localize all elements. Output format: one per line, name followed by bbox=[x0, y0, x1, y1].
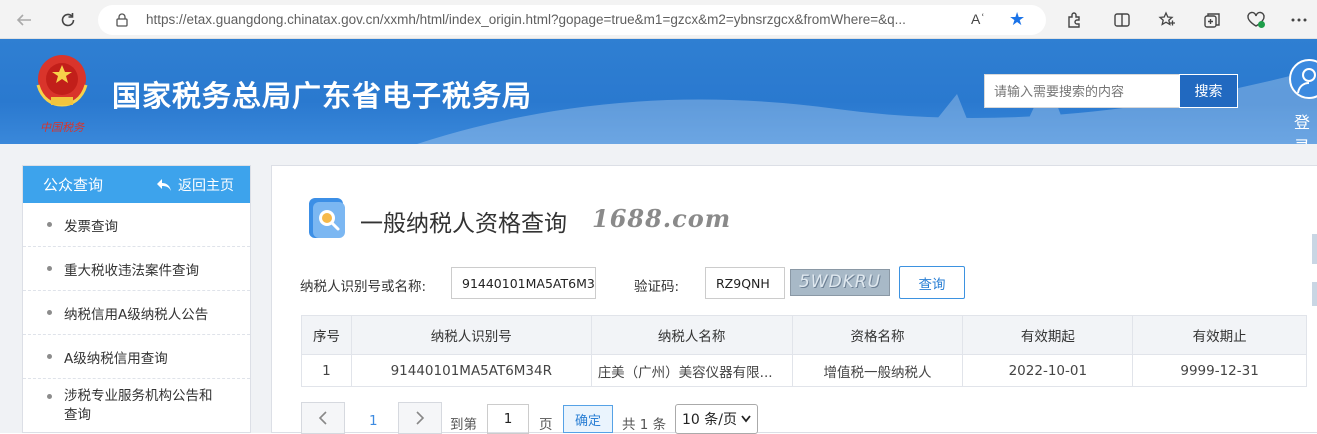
captcha-input[interactable]: RZ9QNH bbox=[705, 267, 785, 299]
sidebar-item-tax-violation-cases[interactable]: 重大税收违法案件查询 bbox=[23, 247, 250, 291]
cell-valid-to: 9999-12-31 bbox=[1132, 354, 1307, 387]
bullet-dot bbox=[47, 222, 52, 227]
back-arrow-icon[interactable] bbox=[10, 6, 38, 34]
page-body: 公众查询 返回主页 发票查询 重大税收违法案件查询 纳税信用A级纳税人公告 A级… bbox=[0, 144, 1317, 434]
chevron-right-icon bbox=[416, 411, 425, 425]
back-home-label: 返回主页 bbox=[178, 177, 234, 194]
col-header-taxpayer-name: 纳税人名称 bbox=[590, 315, 793, 355]
main-panel: 一般纳税人资格查询 1688.com 纳税人识别号或名称: 91440101MA… bbox=[271, 165, 1317, 434]
favorite-star-icon[interactable]: ★ bbox=[1009, 9, 1025, 30]
goto-confirm-button[interactable]: 确定 bbox=[563, 405, 613, 433]
bullet-dot bbox=[47, 266, 52, 271]
page-size-select[interactable]: 10 条/页 bbox=[675, 404, 758, 434]
address-bar[interactable]: https://etax.guangdong.chinatax.gov.cn/x… bbox=[98, 5, 1046, 35]
login-link[interactable]: 登录 bbox=[1294, 109, 1317, 144]
tax-emblem-logo: 中国税务 bbox=[36, 55, 88, 134]
bullet-dot bbox=[47, 354, 52, 359]
sidebar-item-label: 纳税信用A级纳税人公告 bbox=[64, 306, 209, 323]
goto-page-input[interactable]: 1 bbox=[487, 404, 529, 434]
refresh-icon[interactable] bbox=[54, 6, 82, 34]
cell-index: 1 bbox=[301, 354, 352, 387]
table-row: 1 91440101MA5AT6M34R 庄美（广州）美容仪器有限... 增值税… bbox=[301, 354, 1307, 387]
bullet-dot bbox=[47, 394, 52, 399]
col-header-valid-to: 有效期止 bbox=[1132, 315, 1307, 355]
watermark-text: 1688.com bbox=[592, 204, 732, 233]
captcha-label: 验证码: bbox=[634, 279, 680, 295]
goto-label: 到第 bbox=[450, 417, 477, 433]
emblem-text: 中国税务 bbox=[40, 121, 85, 134]
page-size-value: 10 条/页 bbox=[682, 412, 737, 428]
read-aloud-icon[interactable]: Aʿ bbox=[971, 11, 985, 27]
sidebar-item-label: 发票查询 bbox=[64, 218, 118, 235]
page-title: 一般纳税人资格查询 bbox=[360, 211, 567, 237]
site-title: 国家税务总局广东省电子税务局 bbox=[112, 79, 533, 113]
chevron-down-icon bbox=[741, 415, 751, 423]
sidebar-item-a-credit-query[interactable]: A级纳税信用查询 bbox=[23, 335, 250, 379]
total-count: 共 1 条 bbox=[622, 417, 667, 433]
sidebar-item-tax-service-agencies[interactable]: 涉税专业服务机构公告和查询 bbox=[23, 379, 250, 425]
user-avatar-icon[interactable] bbox=[1289, 59, 1317, 99]
next-page-button[interactable] bbox=[398, 402, 442, 434]
sidebar-header: 公众查询 返回主页 bbox=[23, 166, 250, 203]
table-header-row: 序号 纳税人识别号 纳税人名称 资格名称 有效期起 有效期止 bbox=[301, 315, 1307, 355]
cell-taxpayer-name: 庄美（广州）美容仪器有限... bbox=[590, 354, 793, 387]
sidebar-item-label: 涉税专业服务机构公告和查询 bbox=[64, 388, 213, 423]
sidebar-item-label: A级纳税信用查询 bbox=[64, 350, 168, 367]
sidebar-title: 公众查询 bbox=[43, 176, 104, 194]
cell-qualification: 增值税一般纳税人 bbox=[791, 354, 964, 387]
site-header: 中国税务 国家税务总局广东省电子税务局 搜索 登录 bbox=[0, 39, 1317, 144]
sidebar: 公众查询 返回主页 发票查询 重大税收违法案件查询 纳税信用A级纳税人公告 A级… bbox=[22, 165, 251, 433]
sidebar-item-a-credit-announcement[interactable]: 纳税信用A级纳税人公告 bbox=[23, 291, 250, 335]
back-home-link[interactable]: 返回主页 bbox=[156, 175, 234, 195]
extensions-icon[interactable] bbox=[1060, 6, 1088, 34]
cell-valid-from: 2022-10-01 bbox=[962, 354, 1134, 387]
col-header-qualification: 资格名称 bbox=[791, 315, 964, 355]
browser-toolbar: https://etax.guangdong.chinatax.gov.cn/x… bbox=[0, 0, 1317, 39]
prev-page-button[interactable] bbox=[301, 402, 345, 434]
col-header-index: 序号 bbox=[301, 315, 352, 355]
captcha-image[interactable]: 5WDKRU bbox=[790, 269, 890, 296]
bullet-dot bbox=[47, 310, 52, 315]
search-document-icon bbox=[309, 198, 345, 238]
search-button[interactable]: 搜索 bbox=[1179, 74, 1238, 108]
collections-icon[interactable] bbox=[1198, 6, 1226, 34]
url-text[interactable]: https://etax.guangdong.chinatax.gov.cn/x… bbox=[146, 12, 956, 27]
lock-icon[interactable] bbox=[116, 13, 128, 27]
search-input[interactable] bbox=[984, 74, 1180, 108]
favorites-icon[interactable] bbox=[1153, 6, 1181, 34]
page-unit-label: 页 bbox=[539, 417, 553, 433]
return-arrow-icon bbox=[157, 178, 171, 191]
taxpayer-id-input[interactable]: 91440101MA5AT6M34R bbox=[451, 267, 596, 299]
cell-taxpayer-id: 91440101MA5AT6M34R bbox=[350, 354, 592, 387]
split-screen-icon[interactable] bbox=[1108, 6, 1136, 34]
scrollbar-marker[interactable] bbox=[1312, 282, 1317, 306]
col-header-valid-from: 有效期起 bbox=[962, 315, 1134, 355]
col-header-taxpayer-id: 纳税人识别号 bbox=[350, 315, 592, 355]
result-table: 序号 纳税人识别号 纳税人名称 资格名称 有效期起 有效期止 1 9144010… bbox=[301, 315, 1307, 387]
taxpayer-id-label: 纳税人识别号或名称: bbox=[300, 279, 427, 295]
scrollbar-marker[interactable] bbox=[1312, 234, 1317, 264]
current-page-number[interactable]: 1 bbox=[369, 413, 378, 429]
sidebar-item-label: 重大税收违法案件查询 bbox=[64, 262, 199, 279]
query-button[interactable]: 查询 bbox=[899, 266, 965, 299]
chevron-left-icon bbox=[318, 411, 327, 425]
browser-essentials-icon[interactable] bbox=[1242, 6, 1270, 34]
sidebar-item-invoice-query[interactable]: 发票查询 bbox=[23, 203, 250, 247]
more-menu-icon[interactable] bbox=[1285, 6, 1313, 34]
